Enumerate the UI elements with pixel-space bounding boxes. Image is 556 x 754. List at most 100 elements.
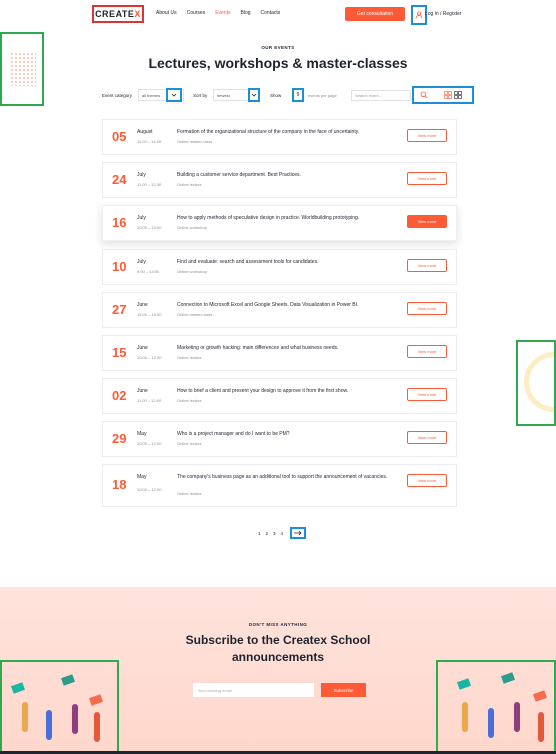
event-title[interactable]: How to brief a client and present your d…: [177, 388, 402, 395]
event-title[interactable]: Marketing or growth hacking: main differ…: [177, 345, 402, 352]
chevron-down-icon: [171, 93, 177, 97]
event-type: Online lecture: [177, 355, 202, 360]
event-time: 10:00 – 12:00: [137, 487, 162, 492]
logo-x: X: [134, 9, 141, 19]
event-time: 9:00 – 14:00: [137, 269, 160, 274]
view-more-button[interactable]: View more: [407, 215, 447, 228]
email-field[interactable]: Your working email: [193, 683, 314, 697]
get-consultation-button[interactable]: Get consultation: [345, 7, 405, 21]
subscribe-eyebrow: DON'T MISS ANYTHING: [248, 622, 308, 627]
sort-dropdown-toggle[interactable]: [248, 88, 260, 102]
search-icon[interactable]: [420, 91, 428, 99]
event-month: June: [137, 345, 148, 351]
event-day: 10: [112, 259, 127, 274]
sort-label: Sort by: [193, 93, 208, 98]
page-link[interactable]: 2: [266, 531, 269, 536]
nav-events[interactable]: Events: [215, 10, 230, 16]
event-type: Online master-class: [177, 139, 213, 144]
nav-about[interactable]: About Us: [156, 10, 177, 16]
event-row-hovered: 16 July 10:00 – 13:00 How to apply metho…: [102, 205, 457, 241]
list-view-icon[interactable]: [454, 91, 462, 99]
event-time: 10:00 – 12:00: [137, 441, 162, 446]
event-row: 05 August 11:00 – 14:00 Formation of the…: [102, 119, 457, 155]
event-title[interactable]: How to apply methods of speculative desi…: [177, 215, 402, 222]
view-more-button[interactable]: View more: [407, 172, 447, 185]
event-title[interactable]: Connection to Microsoft Excel and Google…: [177, 302, 402, 309]
nav-contacts[interactable]: Contacts: [261, 10, 281, 16]
event-time: 11:00 – 12:30: [137, 182, 162, 187]
logo-text: CREATE: [95, 9, 135, 19]
event-day: 27: [112, 302, 127, 317]
event-type: Online master-class: [177, 312, 213, 317]
subscribe-button[interactable]: Subscribe: [321, 683, 366, 697]
view-more-button[interactable]: View more: [407, 431, 447, 444]
arrow-right-icon[interactable]: [290, 527, 307, 539]
event-type: Online lecture: [177, 441, 202, 446]
decorative-ring: [516, 340, 556, 426]
search-input[interactable]: Search event...: [351, 90, 411, 101]
event-time: 10:00 – 13:00: [137, 225, 162, 230]
event-row: 15 June 10:00 – 12:00 Marketing or growt…: [102, 335, 457, 371]
nav-courses[interactable]: Courses: [187, 10, 206, 16]
nav-blog[interactable]: Blog: [241, 10, 251, 16]
view-more-button[interactable]: View more: [407, 388, 447, 401]
grid-view-icon[interactable]: [444, 91, 452, 99]
per-page-value: 9: [296, 92, 300, 98]
event-title[interactable]: The company's business page as an additi…: [177, 474, 402, 481]
per-page-select[interactable]: 9: [292, 88, 304, 102]
subscribe-section: DON'T MISS ANYTHING Subscribe to the Cre…: [0, 587, 556, 754]
logo[interactable]: CREATE X: [92, 5, 144, 23]
main-nav: About Us Courses Events Blog Contacts: [156, 10, 280, 16]
subscribe-title: Subscribe to the Createx School announce…: [185, 633, 371, 664]
event-day: 24: [112, 172, 127, 187]
event-month: June: [137, 388, 148, 394]
event-month: May: [137, 474, 147, 480]
event-title[interactable]: Find and evaluate: search and assessment…: [177, 259, 402, 266]
category-dropdown-toggle[interactable]: [166, 88, 182, 102]
event-month: August: [137, 129, 153, 135]
event-day: 29: [112, 431, 127, 446]
pagination: 1 2 3 4: [258, 527, 307, 539]
chevron-down-icon: [251, 93, 257, 97]
event-row: 18 May 10:00 – 12:00 The company's busin…: [102, 464, 457, 507]
login-register-link[interactable]: Log in / Register: [425, 11, 461, 17]
event-month: July: [137, 215, 146, 221]
page-link[interactable]: 1: [258, 531, 261, 536]
event-month: July: [137, 172, 146, 178]
event-title[interactable]: Building a customer service department. …: [177, 172, 402, 179]
event-type: Online workshop: [177, 225, 207, 230]
event-day: 16: [112, 215, 127, 230]
email-placeholder: Your working email: [198, 687, 232, 693]
event-month: June: [137, 302, 148, 308]
view-more-button[interactable]: View more: [407, 259, 447, 272]
view-more-button[interactable]: View more: [407, 302, 447, 315]
event-row: 02 June 11:00 – 12:00 How to brief a cli…: [102, 378, 457, 414]
event-type: Online workshop: [177, 269, 207, 274]
event-row: 29 May 10:00 – 12:00 Who is a project ma…: [102, 421, 457, 457]
event-month: May: [137, 431, 147, 437]
event-time: 11:00 – 14:00: [137, 139, 162, 144]
event-title[interactable]: Who is a project manager and do I want t…: [177, 431, 402, 438]
search-placeholder: Search event...: [355, 93, 382, 98]
event-title[interactable]: Formation of the organizational structur…: [177, 129, 402, 136]
view-more-button[interactable]: View more: [407, 474, 447, 487]
event-row: 10 July 9:00 – 14:00 Find and evaluate: …: [102, 249, 457, 285]
event-month: July: [137, 259, 146, 265]
sort-value: newest: [217, 92, 230, 98]
event-row: 24 July 11:00 – 12:30 Building a custome…: [102, 162, 457, 198]
page-link[interactable]: 3: [273, 531, 276, 536]
view-more-button[interactable]: View more: [407, 129, 447, 142]
event-type: Online lecture: [177, 491, 202, 496]
event-type: Online lecture: [177, 182, 202, 187]
event-time: 15:00 – 19:00: [137, 312, 162, 317]
site-header: CREATE X About Us Courses Events Blog Con…: [0, 0, 556, 30]
show-label: Show: [270, 93, 282, 98]
per-page-label: events per page: [308, 93, 337, 98]
event-day: 02: [112, 388, 127, 403]
view-switcher: [412, 86, 474, 104]
page-link[interactable]: 4: [281, 531, 284, 536]
event-time: 10:00 – 12:00: [137, 355, 162, 360]
view-more-button[interactable]: View more: [407, 345, 447, 358]
section-eyebrow: OUR EVENTS: [261, 45, 295, 50]
filter-bar: Event category all themes Sort by newest…: [102, 86, 474, 104]
